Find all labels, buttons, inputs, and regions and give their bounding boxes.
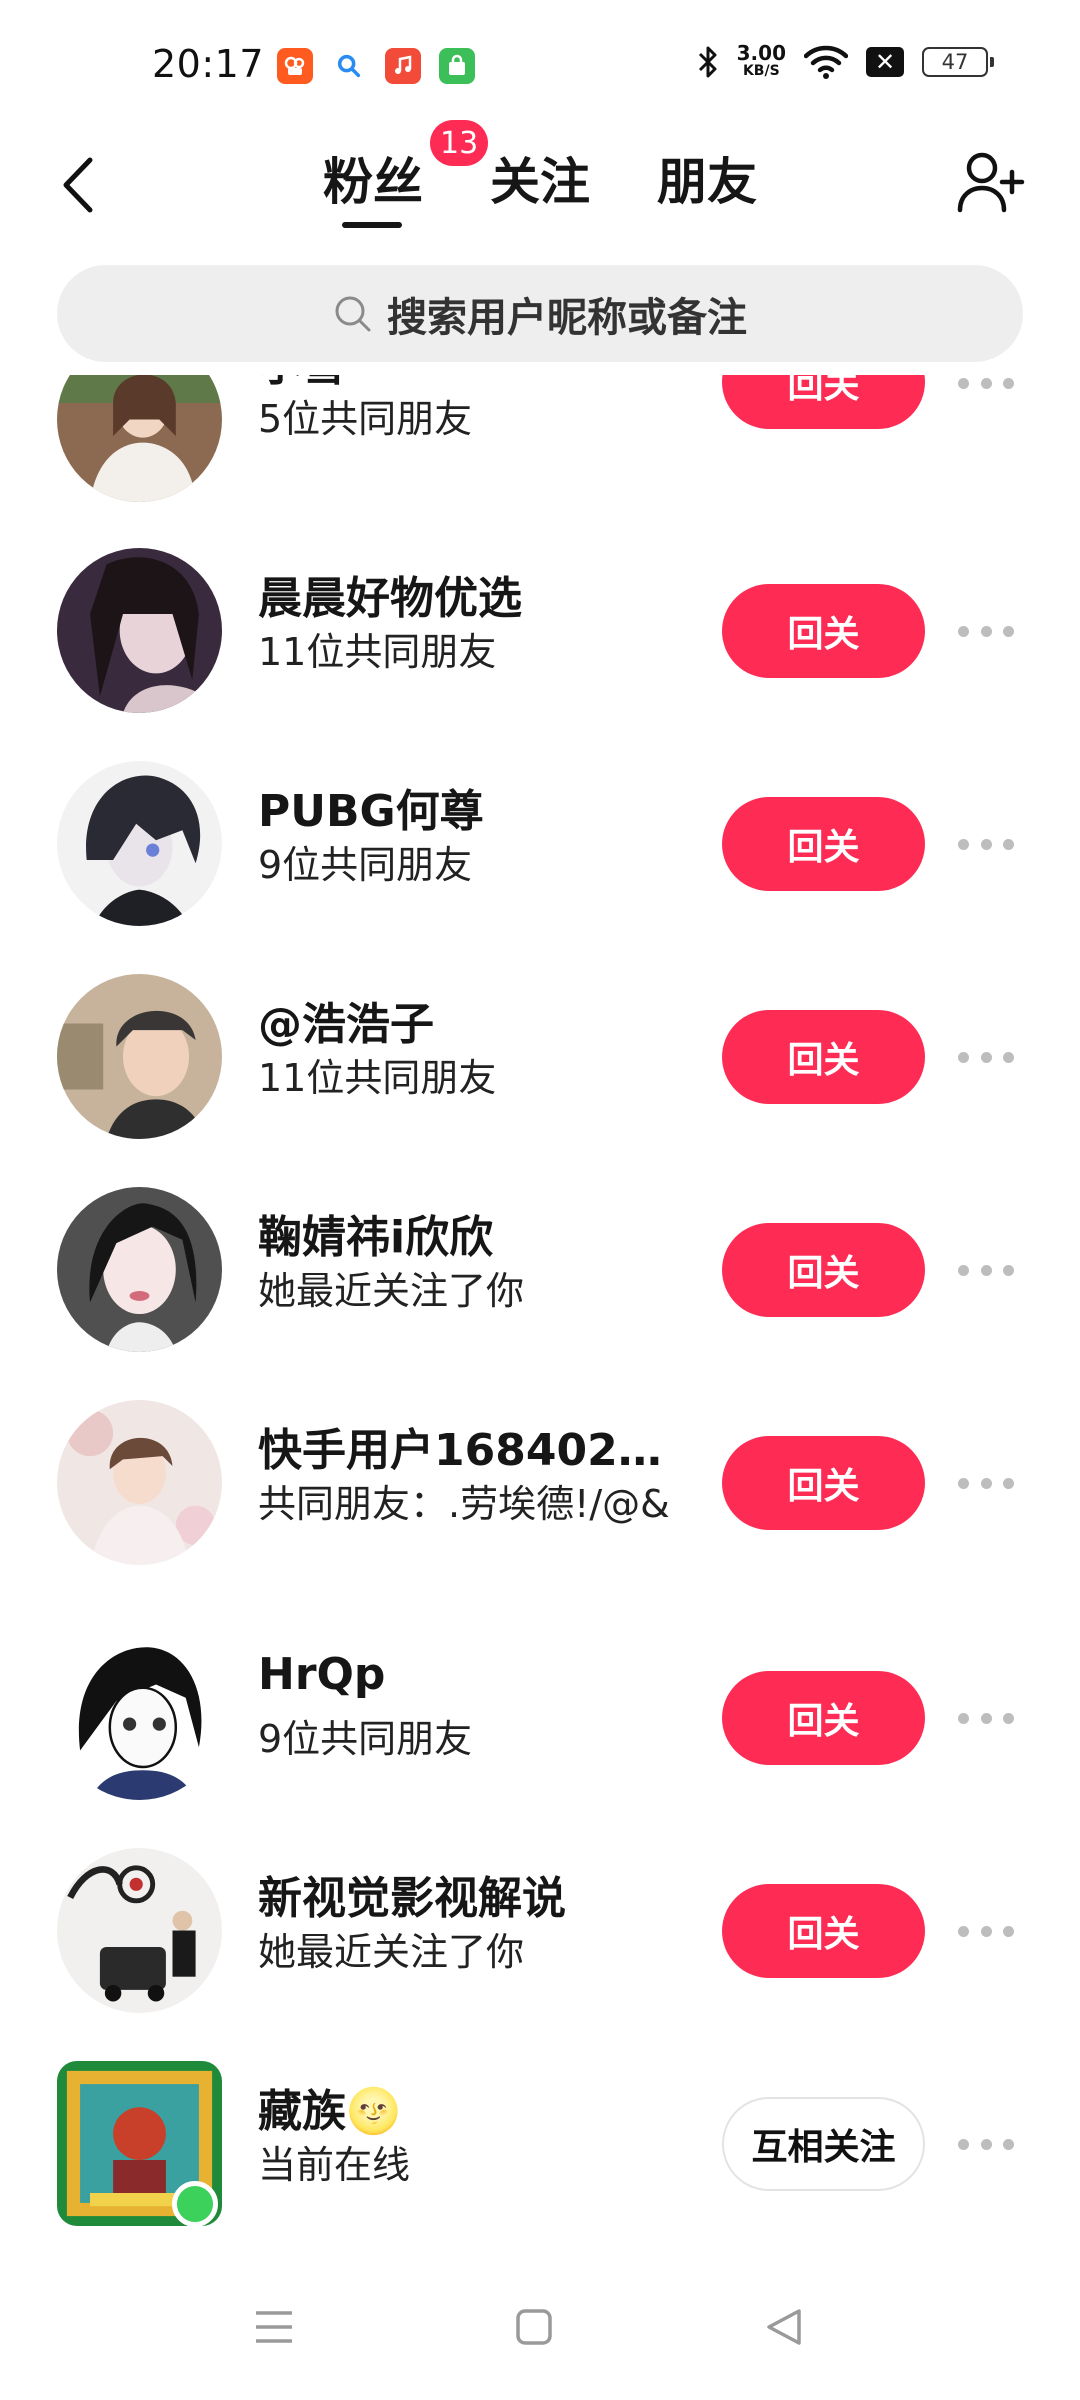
music-app-icon	[385, 48, 421, 84]
list-item[interactable]: 新视觉影视解说 她最近关注了你 回关	[0, 1848, 1080, 2048]
search-icon	[335, 296, 371, 331]
system-nav-bar	[0, 2255, 1080, 2400]
bluetooth-icon	[698, 46, 717, 78]
more-options-button[interactable]	[958, 834, 1014, 854]
user-subtitle: 11位共同朋友	[258, 630, 497, 674]
back-button[interactable]	[48, 140, 108, 230]
user-name: 小雪	[258, 375, 346, 393]
more-options-button[interactable]	[958, 2134, 1014, 2154]
follow-back-button[interactable]: 回关	[722, 1884, 925, 1978]
wifi-icon	[804, 45, 848, 79]
list-item[interactable]: @浩浩子 11位共同朋友 回关	[0, 974, 1080, 1174]
avatar[interactable]	[57, 974, 222, 1139]
user-subtitle: 5位共同朋友	[258, 397, 473, 441]
follow-back-button[interactable]: 回关	[722, 797, 925, 891]
user-subtitle: 她最近关注了你	[258, 1269, 525, 1313]
user-name: PUBG何尊	[258, 786, 484, 837]
user-subtitle: 9位共同朋友	[258, 1717, 473, 1761]
list-item[interactable]: PUBG何尊 9位共同朋友 回关	[0, 761, 1080, 961]
tab-fans[interactable]: 粉丝	[323, 142, 423, 214]
follow-back-button[interactable]: 回关	[722, 1671, 925, 1765]
list-item[interactable]: HrQp 9位共同朋友 回关	[0, 1635, 1080, 1835]
follow-back-button[interactable]: 回关	[722, 1436, 925, 1530]
more-options-button[interactable]	[958, 375, 1014, 393]
user-subtitle: 11位共同朋友	[258, 1056, 497, 1100]
add-friend-button[interactable]	[952, 142, 1032, 222]
network-speed: 3.00 KB/S	[736, 41, 786, 79]
avatar[interactable]	[57, 1848, 222, 2013]
avatar[interactable]	[57, 548, 222, 713]
follow-back-button[interactable]: 回关	[722, 375, 925, 429]
follow-back-button[interactable]: 回关	[722, 584, 925, 678]
back-nav-button[interactable]	[754, 2297, 814, 2357]
search-placeholder: 搜索用户昵称或备注	[387, 294, 747, 341]
square-home-icon	[516, 2309, 552, 2345]
add-user-icon	[957, 152, 1025, 213]
battery-icon: 47	[922, 47, 994, 77]
status-time: 20:17	[152, 42, 265, 86]
user-name: 快手用户1684029...	[258, 1425, 678, 1476]
status-indicators: 3.00 KB/S ✕ 47	[697, 41, 994, 80]
list-item[interactable]: 小雪 5位共同朋友 回关	[0, 375, 1080, 535]
avatar[interactable]	[57, 1400, 222, 1565]
user-subtitle: 9位共同朋友	[258, 843, 473, 887]
user-name: @浩浩子	[258, 999, 434, 1050]
list-item[interactable]: 鞠婧祎i欣欣 她最近关注了你 回关	[0, 1187, 1080, 1387]
user-name: 藏族🌝	[258, 2086, 401, 2137]
notification-app-icons	[277, 48, 475, 84]
more-options-button[interactable]	[958, 1047, 1014, 1067]
more-options-button[interactable]	[958, 1260, 1014, 1280]
user-name: 新视觉影视解说	[258, 1873, 566, 1924]
kuaishou-lite-icon	[277, 48, 313, 84]
user-subtitle: 她最近关注了你	[258, 1930, 525, 1974]
avatar[interactable]	[57, 761, 222, 926]
menu-icon	[256, 2311, 292, 2343]
more-options-button[interactable]	[958, 1473, 1014, 1493]
user-name: 鞠婧祎i欣欣	[258, 1212, 494, 1263]
avatar[interactable]	[57, 1187, 222, 1352]
user-subtitle: 当前在线	[258, 2143, 411, 2187]
chevron-left-icon	[63, 157, 93, 213]
more-options-button[interactable]	[958, 621, 1014, 641]
mutual-follow-button[interactable]: 互相关注	[722, 2097, 925, 2191]
more-options-button[interactable]	[958, 1708, 1014, 1728]
avatar[interactable]	[57, 375, 222, 502]
tab-following[interactable]: 关注	[490, 142, 590, 214]
notification-badge: 13	[430, 120, 489, 166]
tab-friends[interactable]: 朋友	[657, 142, 757, 214]
follow-back-button[interactable]: 回关	[722, 1223, 925, 1317]
status-bar: 20:17 3.00 KB/S ✕ 47	[0, 0, 1080, 120]
active-tab-indicator	[342, 222, 402, 228]
menu-button[interactable]	[244, 2297, 304, 2357]
home-button[interactable]	[504, 2297, 564, 2357]
search-bar[interactable]: 搜索用户昵称或备注	[57, 265, 1023, 362]
no-sim-icon: ✕	[866, 47, 904, 77]
user-name: HrQp	[258, 1649, 386, 1700]
user-name: 晨晨好物优选	[258, 573, 522, 624]
triangle-back-icon	[767, 2309, 801, 2345]
bag-app-icon	[439, 48, 475, 84]
list-item[interactable]: 快手用户1684029... 共同朋友：.劳埃德!/@& 回关	[0, 1400, 1080, 1630]
list-item[interactable]: 藏族🌝 当前在线 互相关注	[0, 2061, 1080, 2255]
list-item[interactable]: 晨晨好物优选 11位共同朋友 回关	[0, 548, 1080, 748]
follow-back-button[interactable]: 回关	[722, 1010, 925, 1104]
more-options-button[interactable]	[958, 1921, 1014, 1941]
user-subtitle: 共同朋友：.劳埃德!/@&	[258, 1482, 670, 1526]
header: 粉丝 13 关注 朋友	[0, 120, 1080, 250]
avatar[interactable]	[57, 1635, 222, 1800]
online-status-dot	[172, 2181, 218, 2227]
fans-list: 小雪 5位共同朋友 回关 晨晨好物优选 11位共同朋友 回关 PUBG何尊 9位…	[0, 375, 1080, 2255]
search-app-icon	[331, 48, 367, 84]
